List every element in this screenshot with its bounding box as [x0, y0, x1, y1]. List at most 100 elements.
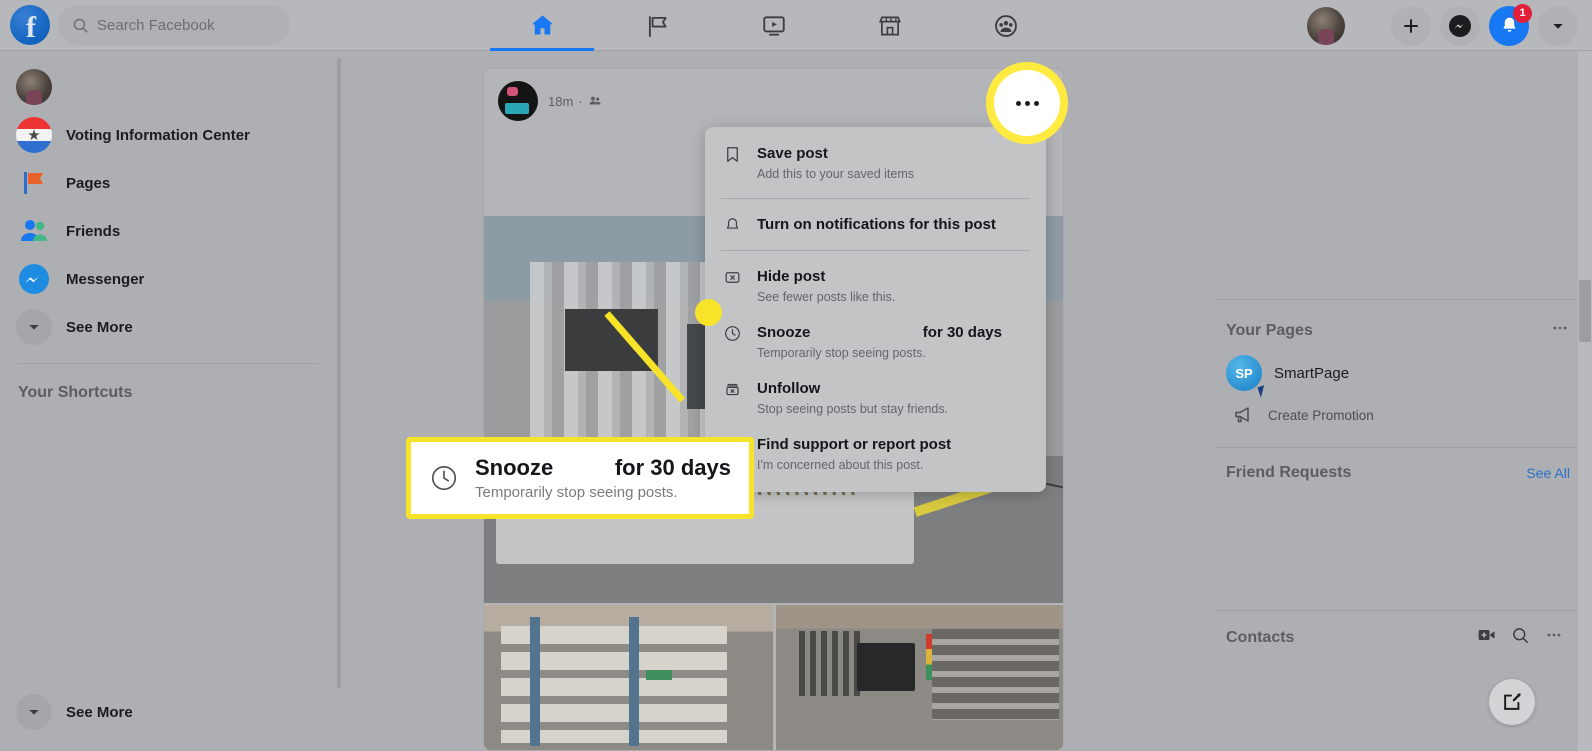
sidebar-item-profile[interactable] — [8, 63, 328, 111]
contacts-header: Contacts — [1216, 619, 1576, 656]
sidebar-item-friends[interactable]: Friends — [8, 207, 328, 255]
sidebar-item-see-more[interactable]: See More — [8, 303, 328, 351]
search-icon — [73, 18, 88, 33]
account-menu-button[interactable] — [1538, 5, 1578, 46]
sidebar-divider — [18, 363, 318, 364]
menu-item-subtitle: Temporarily stop seeing posts. — [757, 346, 926, 360]
friends-audience-icon — [589, 96, 601, 105]
post-author-avatar[interactable] — [498, 81, 538, 121]
menu-item-find-support-or-report-post[interactable]: Find support or report post I'm concerne… — [705, 426, 1046, 482]
menu-item-subtitle: Stop seeing posts but stay friends. — [757, 402, 949, 416]
notifications-badge: 1 — [1513, 3, 1532, 23]
post-photo-thumb-1[interactable] — [484, 605, 773, 750]
menu-item-save-post[interactable]: Save post Add this to your saved items — [705, 135, 1046, 191]
chevron-down-icon — [16, 309, 52, 345]
create-button[interactable] — [1391, 5, 1431, 46]
contacts-search-button[interactable] — [1511, 626, 1530, 650]
menu-item-title: Save post — [757, 145, 828, 162]
sidebar-item-voting-information-center[interactable]: ★ Voting Information Center — [8, 111, 328, 159]
menu-item-title: Hide post — [757, 268, 826, 285]
scrollbar-thumb[interactable] — [1579, 280, 1591, 342]
sidebar-see-more-bottom[interactable]: See More — [8, 688, 308, 736]
left-sidebar: ★ Voting Information Center Pages Friend… — [0, 51, 336, 751]
clock-icon — [429, 463, 459, 493]
friend-requests-see-all-link[interactable]: See All — [1526, 465, 1570, 481]
rightbar-divider — [1216, 299, 1576, 300]
page-initials: SP — [1235, 365, 1253, 381]
messenger-button[interactable] — [1440, 5, 1480, 46]
rightbar-divider — [1216, 610, 1576, 611]
ellipsis-icon — [1547, 633, 1561, 637]
flag-pages-icon — [648, 15, 667, 37]
nav-tab-pages[interactable] — [600, 0, 716, 51]
menu-item-title: Unfollow — [757, 380, 821, 397]
facebook-logo-icon[interactable]: f — [10, 5, 50, 45]
home-icon — [531, 15, 553, 35]
shortcuts-heading: Your Shortcuts — [18, 384, 133, 401]
callout-subtitle: Temporarily stop seeing posts. — [475, 484, 678, 501]
menu-divider — [721, 198, 1030, 199]
friend-requests-header: Friend Requests See All — [1216, 458, 1576, 488]
facebook-page: f Search Facebook 1 ★ Voting Information… — [0, 0, 1592, 751]
hide-x-box-icon — [721, 266, 743, 287]
nav-tab-marketplace[interactable] — [832, 0, 948, 51]
menu-item-title: Find support or report post — [757, 436, 952, 453]
menu-item-hide-post[interactable]: Hide post See fewer posts like this. — [705, 258, 1046, 314]
notifications-button[interactable]: 1 — [1489, 3, 1532, 46]
menu-item-unfollow[interactable]: Unfollow Stop seeing posts but stay frie… — [705, 370, 1046, 426]
rightbar-divider — [1216, 447, 1576, 448]
post-photo-thumb-2[interactable] — [776, 605, 1063, 750]
contacts-title: Contacts — [1226, 628, 1295, 646]
mouse-cursor-icon — [1257, 385, 1268, 398]
your-pages-header: Your Pages — [1216, 312, 1576, 349]
post-timestamp: 18m — [548, 93, 574, 109]
clock-icon — [721, 322, 743, 343]
watch-video-icon — [763, 15, 785, 36]
menu-item-title: Snooze — [757, 324, 811, 341]
new-video-call-icon — [1478, 630, 1495, 640]
menu-item-subtitle: Add this to your saved items — [757, 167, 915, 181]
menu-divider — [721, 250, 1030, 251]
messenger-icon — [1449, 14, 1471, 37]
chevron-down-icon — [1553, 23, 1563, 29]
nav-tab-watch[interactable] — [716, 0, 832, 51]
sidebar-item-messenger[interactable]: Messenger — [8, 255, 328, 303]
compose-message-button[interactable] — [1489, 679, 1535, 725]
sidebar-item-pages[interactable]: Pages — [8, 159, 328, 207]
header-right-group: 1 — [1307, 0, 1578, 51]
flag-pages-icon — [16, 165, 52, 201]
page-name: SmartPage — [1274, 364, 1350, 382]
nav-tab-groups[interactable] — [948, 0, 1064, 51]
plus-icon — [1404, 18, 1418, 33]
friend-requests-title: Friend Requests — [1226, 464, 1352, 481]
nav-tab-home[interactable] — [484, 0, 600, 51]
post-options-button-highlight[interactable] — [986, 62, 1068, 144]
sidebar-item-label: Friends — [66, 222, 121, 240]
sidebar-scrollbar[interactable] — [337, 58, 341, 688]
search-icon — [1513, 627, 1528, 643]
menu-item-snooze[interactable]: Snooze for 30 days Temporarily stop seei… — [705, 314, 1046, 370]
top-navigation-bar: f Search Facebook 1 — [0, 0, 1592, 51]
ellipsis-icon — [994, 70, 1060, 136]
contacts-more-button[interactable] — [1544, 625, 1564, 650]
page-avatar: SP — [1226, 355, 1268, 398]
callout-title: Snooze — [475, 455, 554, 480]
user-avatar — [16, 69, 52, 105]
main-nav-tabs — [484, 0, 1064, 51]
menu-item-turn-on-notifications[interactable]: Turn on notifications for this post — [705, 206, 1046, 243]
search-placeholder: Search Facebook — [97, 16, 215, 34]
megaphone-icon — [1235, 407, 1249, 423]
create-promotion-row[interactable]: Create Promotion — [1216, 397, 1576, 433]
post-header: 18m · — [484, 69, 1063, 129]
your-pages-page-row[interactable]: SP SmartPage — [1216, 349, 1576, 398]
search-input[interactable]: Search Facebook — [58, 5, 290, 45]
post-photo-thumbnails — [484, 605, 1063, 750]
your-pages-more-button[interactable] — [1550, 318, 1570, 343]
header-avatar[interactable] — [1307, 6, 1345, 45]
page-scrollbar[interactable] — [1578, 0, 1592, 751]
post-options-menu: Save post Add this to your saved items T… — [705, 127, 1046, 492]
bookmark-icon — [721, 143, 743, 164]
sidebar-see-more-label: See More — [66, 703, 133, 721]
new-video-call-button[interactable] — [1477, 626, 1497, 649]
post-meta: 18m · — [548, 94, 602, 109]
